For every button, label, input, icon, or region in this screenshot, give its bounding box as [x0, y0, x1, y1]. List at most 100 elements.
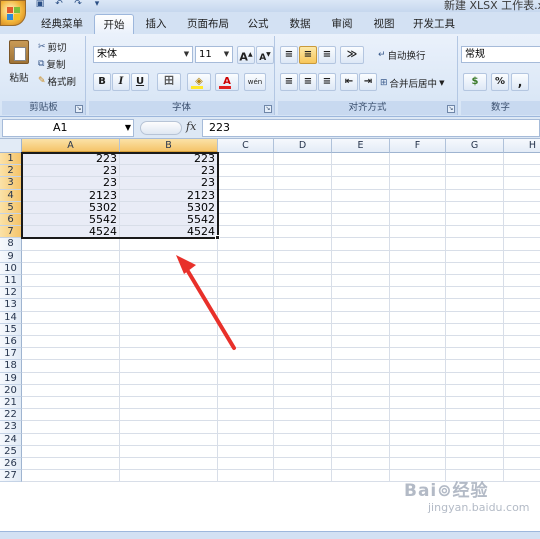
- cell-b4[interactable]: 2123: [120, 189, 218, 202]
- cell-e13[interactable]: [332, 299, 390, 312]
- cell-f9[interactable]: [390, 250, 446, 263]
- cell-h6[interactable]: [504, 214, 540, 227]
- cell-e27[interactable]: [332, 470, 390, 483]
- cell-e16[interactable]: [332, 336, 390, 349]
- cell-h25[interactable]: [504, 446, 540, 458]
- cell-f2[interactable]: [390, 165, 446, 178]
- chevron-down-icon[interactable]: ▼: [125, 120, 131, 136]
- cell-e23[interactable]: [332, 421, 390, 434]
- cell-d13[interactable]: [274, 299, 332, 312]
- align-center-button[interactable]: ≡: [299, 73, 317, 91]
- cell-e3[interactable]: [332, 177, 390, 190]
- cell-b9[interactable]: [120, 250, 218, 263]
- cell-h23[interactable]: [504, 421, 540, 434]
- cell-e18[interactable]: [332, 360, 390, 373]
- cell-f8[interactable]: [390, 238, 446, 251]
- cell-h17[interactable]: [504, 348, 540, 361]
- fill-color-button[interactable]: ◈: [187, 73, 211, 91]
- currency-button[interactable]: $: [463, 73, 487, 91]
- cell-f10[interactable]: [390, 262, 446, 275]
- cell-d19[interactable]: [274, 372, 332, 385]
- row-header-22[interactable]: 22: [0, 409, 22, 422]
- bold-button[interactable]: B: [93, 73, 111, 91]
- cell-h7[interactable]: [504, 226, 540, 239]
- cell-a25[interactable]: [22, 445, 120, 458]
- cell-f15[interactable]: [390, 323, 446, 336]
- cell-c19[interactable]: [218, 372, 274, 385]
- row-header-14[interactable]: 14: [0, 311, 22, 324]
- cell-h16[interactable]: [504, 336, 540, 349]
- cell-d3[interactable]: [274, 177, 332, 190]
- cell-d20[interactable]: [274, 384, 332, 397]
- cell-g12[interactable]: [446, 287, 504, 300]
- cell-f4[interactable]: [390, 189, 446, 202]
- cell-e8[interactable]: [332, 238, 390, 251]
- cell-c3[interactable]: [218, 177, 274, 190]
- cell-c22[interactable]: [218, 409, 274, 422]
- cell-e11[interactable]: [332, 275, 390, 288]
- cell-c17[interactable]: [218, 348, 274, 361]
- cell-b16[interactable]: [120, 336, 218, 349]
- cell-a27[interactable]: [22, 470, 120, 483]
- cell-g9[interactable]: [446, 250, 504, 263]
- cell-c1[interactable]: [218, 153, 274, 166]
- row-header-2[interactable]: 2: [0, 165, 22, 178]
- cell-b15[interactable]: [120, 323, 218, 336]
- cell-g20[interactable]: [446, 384, 504, 397]
- cell-a17[interactable]: [22, 348, 120, 361]
- cell-e19[interactable]: [332, 372, 390, 385]
- cell-h10[interactable]: [504, 263, 540, 275]
- cell-c16[interactable]: [218, 336, 274, 349]
- cell-f1[interactable]: [390, 153, 446, 166]
- cell-a8[interactable]: [22, 238, 120, 251]
- cell-f26[interactable]: [390, 458, 446, 471]
- cell-f24[interactable]: [390, 433, 446, 446]
- cell-d22[interactable]: [274, 409, 332, 422]
- cell-d14[interactable]: [274, 311, 332, 324]
- cell-b22[interactable]: [120, 409, 218, 422]
- cell-e14[interactable]: [332, 311, 390, 324]
- cell-b10[interactable]: [120, 262, 218, 275]
- column-header-d[interactable]: D: [274, 139, 332, 153]
- cell-a22[interactable]: [22, 409, 120, 422]
- row-header-11[interactable]: 11: [0, 275, 22, 288]
- cell-a9[interactable]: [22, 250, 120, 263]
- cell-h22[interactable]: [504, 409, 540, 422]
- cell-a7[interactable]: 4524: [22, 226, 120, 239]
- row-header-19[interactable]: 19: [0, 372, 22, 385]
- cell-c2[interactable]: [218, 165, 274, 178]
- underline-button[interactable]: U: [131, 73, 149, 91]
- dialog-launcher-icon[interactable]: ↘: [264, 105, 272, 113]
- tab-data[interactable]: 数据: [282, 14, 318, 34]
- cell-f7[interactable]: [390, 226, 446, 239]
- cell-f19[interactable]: [390, 372, 446, 385]
- cell-h1[interactable]: [504, 153, 540, 166]
- cell-g6[interactable]: [446, 214, 504, 227]
- cell-d9[interactable]: [274, 250, 332, 263]
- row-header-1[interactable]: 1: [0, 153, 22, 166]
- cell-f22[interactable]: [390, 409, 446, 422]
- cell-h12[interactable]: [504, 287, 540, 300]
- cell-d6[interactable]: [274, 214, 332, 227]
- row-header-4[interactable]: 4: [0, 189, 22, 202]
- cell-d21[interactable]: [274, 397, 332, 410]
- cell-h26[interactable]: [504, 458, 540, 471]
- cell-g10[interactable]: [446, 262, 504, 275]
- cell-g16[interactable]: [446, 336, 504, 349]
- cell-h13[interactable]: [504, 299, 540, 312]
- cell-f17[interactable]: [390, 348, 446, 361]
- dialog-launcher-icon[interactable]: ↘: [75, 105, 83, 113]
- cell-d26[interactable]: [274, 458, 332, 471]
- row-header-27[interactable]: 27: [0, 470, 22, 483]
- office-button[interactable]: [0, 0, 26, 26]
- cell-g5[interactable]: [446, 201, 504, 214]
- italic-button[interactable]: I: [112, 73, 130, 91]
- cell-b18[interactable]: [120, 360, 218, 373]
- grow-font-button[interactable]: A▲: [237, 46, 255, 64]
- formula-input[interactable]: 223: [202, 119, 540, 137]
- row-header-7[interactable]: 7: [0, 226, 22, 239]
- cell-g18[interactable]: [446, 360, 504, 373]
- phonetic-button[interactable]: wén: [244, 73, 266, 91]
- cell-a24[interactable]: [22, 433, 120, 446]
- column-header-b[interactable]: B: [120, 139, 218, 153]
